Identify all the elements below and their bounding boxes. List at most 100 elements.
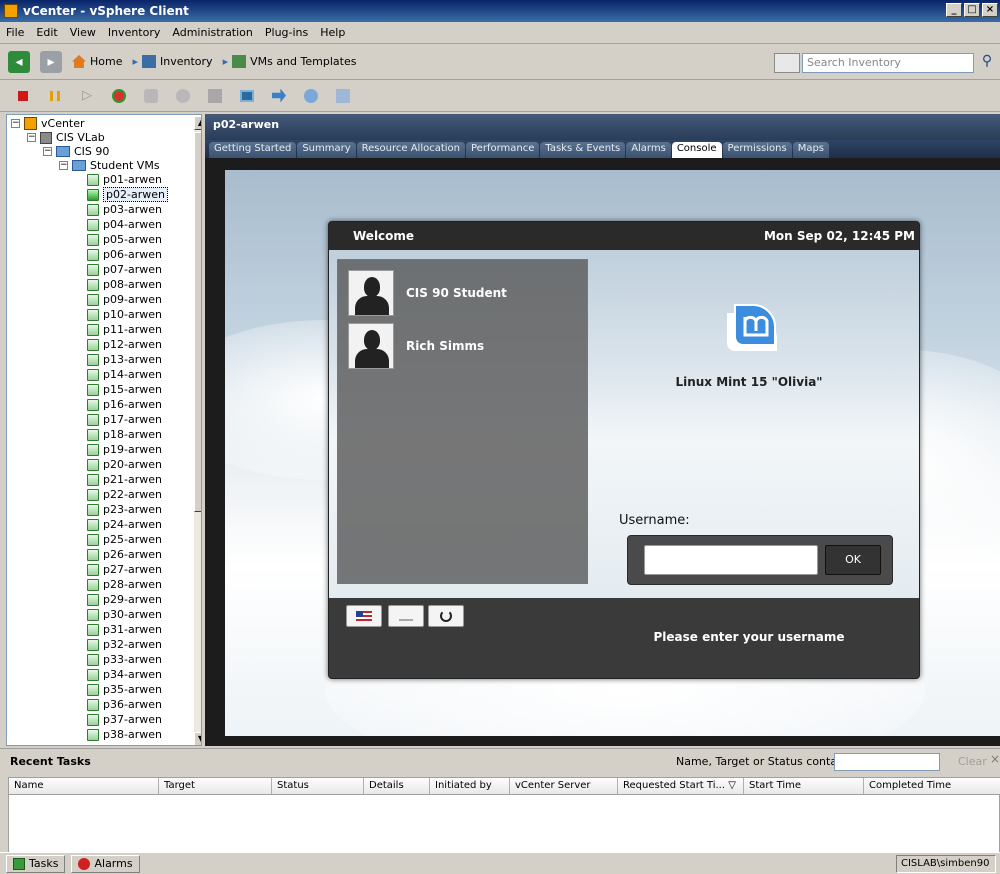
tree-scrollbar[interactable]: ▲ ▼ xyxy=(194,116,201,745)
tab-console[interactable]: Console xyxy=(671,142,722,158)
tab-getting-started[interactable]: Getting Started xyxy=(209,142,297,158)
vm-console[interactable]: Welcome Mon Sep 02, 12:45 PM CIS 90 Stud… xyxy=(225,170,1000,736)
reset-icon[interactable] xyxy=(110,87,128,105)
tree-vm-item[interactable]: p31-arwen xyxy=(87,623,162,636)
migrate-icon[interactable] xyxy=(270,87,288,105)
console-icon[interactable] xyxy=(238,87,256,105)
tree-vm-item[interactable]: p33-arwen xyxy=(87,653,162,666)
tree-vm-item[interactable]: p29-arwen xyxy=(87,593,162,606)
search-inventory-input[interactable]: Search Inventory xyxy=(802,53,974,73)
session-button[interactable] xyxy=(388,605,424,627)
tree-vm-item[interactable]: p05-arwen xyxy=(87,233,162,246)
tree-node-folder-cis90[interactable]: − CIS 90 xyxy=(43,145,109,158)
tree-vm-item[interactable]: p11-arwen xyxy=(87,323,162,336)
power-on-icon[interactable]: ▷ xyxy=(78,87,96,105)
inventory-tree[interactable]: − vCenter − CIS VLab − CIS 90 − Student … xyxy=(6,114,202,746)
alarms-button[interactable]: Alarms xyxy=(71,854,140,873)
language-button[interactable] xyxy=(346,605,382,627)
tree-vm-item[interactable]: p18-arwen xyxy=(87,428,162,441)
tree-vm-item[interactable]: p21-arwen xyxy=(87,473,162,486)
menu-edit[interactable]: Edit xyxy=(34,25,59,40)
close-button[interactable]: × xyxy=(982,3,998,17)
menu-administration[interactable]: Administration xyxy=(170,25,255,40)
search-type-dropdown[interactable] xyxy=(774,53,800,73)
menu-help[interactable]: Help xyxy=(318,25,347,40)
tree-vm-item[interactable]: p22-arwen xyxy=(87,488,162,501)
scroll-down-icon[interactable]: ▼ xyxy=(194,732,201,745)
tree-vm-item[interactable]: p37-arwen xyxy=(87,713,162,726)
back-button[interactable]: ◂ xyxy=(8,50,30,73)
col-target[interactable]: Target xyxy=(159,778,272,794)
username-input[interactable] xyxy=(644,545,818,575)
tree-vm-item[interactable]: p28-arwen xyxy=(87,578,162,591)
tree-vm-item[interactable]: p01-arwen xyxy=(87,173,162,186)
tree-vm-item[interactable]: p20-arwen xyxy=(87,458,162,471)
col-status[interactable]: Status xyxy=(272,778,364,794)
col-name[interactable]: Name xyxy=(9,778,159,794)
breadcrumb-inventory[interactable]: Inventory xyxy=(142,55,213,68)
tree-vm-item[interactable]: p06-arwen xyxy=(87,248,162,261)
tab-resource-allocation[interactable]: Resource Allocation xyxy=(356,142,465,158)
tree-vm-item[interactable]: p19-arwen xyxy=(87,443,162,456)
tree-vm-item[interactable]: p12-arwen xyxy=(87,338,162,351)
breadcrumb-home[interactable]: Home xyxy=(72,55,122,68)
tree-vm-item[interactable]: p32-arwen xyxy=(87,638,162,651)
tree-vm-item[interactable]: p27-arwen xyxy=(87,563,162,576)
tree-vm-item[interactable]: p30-arwen xyxy=(87,608,162,621)
tree-vm-item[interactable]: p04-arwen xyxy=(87,218,162,231)
tab-alarms[interactable]: Alarms xyxy=(626,142,671,158)
tree-vm-item[interactable]: p09-arwen xyxy=(87,293,162,306)
tree-vm-item[interactable]: p23-arwen xyxy=(87,503,162,516)
collapse-icon[interactable]: − xyxy=(43,147,52,156)
ok-button[interactable]: OK xyxy=(825,545,881,575)
power-off-icon[interactable] xyxy=(14,87,32,105)
collapse-icon[interactable]: − xyxy=(11,119,20,128)
tree-vm-item[interactable]: p15-arwen xyxy=(87,383,162,396)
col-vcenter-server[interactable]: vCenter Server xyxy=(510,778,618,794)
tab-maps[interactable]: Maps xyxy=(792,142,830,158)
breadcrumb-vms-templates[interactable]: VMs and Templates xyxy=(232,55,356,68)
user-item[interactable]: Rich Simms xyxy=(348,323,484,369)
menu-file[interactable]: File xyxy=(4,25,26,40)
user-item[interactable]: CIS 90 Student xyxy=(348,270,507,316)
tree-vm-item[interactable]: p26-arwen xyxy=(87,548,162,561)
col-details[interactable]: Details xyxy=(364,778,430,794)
close-panel-icon[interactable]: × xyxy=(990,752,1000,766)
tree-vm-item[interactable]: p36-arwen xyxy=(87,698,162,711)
suspend-icon[interactable] xyxy=(46,87,64,105)
scroll-up-icon[interactable]: ▲ xyxy=(194,116,201,130)
col-requested-start[interactable]: Requested Start Ti... ▽ xyxy=(618,778,744,794)
menu-inventory[interactable]: Inventory xyxy=(106,25,163,40)
revert-snapshot-icon[interactable] xyxy=(174,87,192,105)
tree-vm-item[interactable]: p24-arwen xyxy=(87,518,162,531)
menu-view[interactable]: View xyxy=(68,25,98,40)
collapse-icon[interactable]: − xyxy=(59,161,68,170)
tree-vm-item[interactable]: p07-arwen xyxy=(87,263,162,276)
col-start-time[interactable]: Start Time xyxy=(744,778,864,794)
menu-plugins[interactable]: Plug-ins xyxy=(263,25,310,40)
scrollbar-thumb[interactable] xyxy=(194,132,201,512)
tasks-button[interactable]: Tasks xyxy=(6,854,66,873)
maximize-button[interactable]: □ xyxy=(964,3,980,17)
tree-vm-item[interactable]: p17-arwen xyxy=(87,413,162,426)
tree-vm-item[interactable]: p08-arwen xyxy=(87,278,162,291)
snapshot-manager-icon[interactable] xyxy=(206,87,224,105)
forward-button[interactable]: ▸ xyxy=(40,50,62,73)
tree-vm-item[interactable]: p02-arwen xyxy=(87,187,168,202)
tree-vm-item[interactable]: p25-arwen xyxy=(87,533,162,546)
tab-summary[interactable]: Summary xyxy=(297,142,356,158)
minimize-button[interactable]: _ xyxy=(946,3,962,17)
shutdown-button[interactable] xyxy=(428,605,464,627)
tab-tasks-events[interactable]: Tasks & Events xyxy=(540,142,626,158)
tab-permissions[interactable]: Permissions xyxy=(722,142,792,158)
tree-vm-item[interactable]: p03-arwen xyxy=(87,203,162,216)
search-icon[interactable]: ⚲ xyxy=(976,53,998,73)
settings-icon[interactable] xyxy=(302,87,320,105)
tree-vm-item[interactable]: p35-arwen xyxy=(87,683,162,696)
clone-icon[interactable] xyxy=(334,87,352,105)
tree-vm-item[interactable]: p14-arwen xyxy=(87,368,162,381)
snapshot-icon[interactable] xyxy=(142,87,160,105)
tree-vm-item[interactable]: p10-arwen xyxy=(87,308,162,321)
tree-vm-item[interactable]: p34-arwen xyxy=(87,668,162,681)
tab-performance[interactable]: Performance xyxy=(466,142,540,158)
